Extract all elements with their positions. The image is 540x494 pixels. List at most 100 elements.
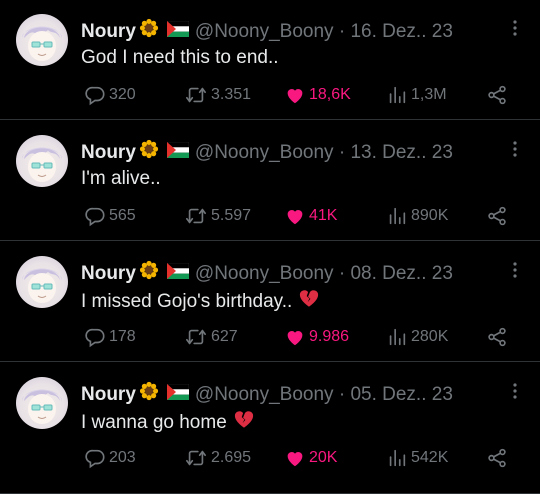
handle[interactable]: @Noony_Boony	[195, 262, 334, 286]
retweet-button[interactable]: 2.695	[184, 447, 251, 469]
more-options-icon[interactable]	[512, 381, 518, 401]
reply-button[interactable]: 320	[84, 84, 136, 106]
retweet-count: 2.695	[211, 449, 252, 466]
handle[interactable]: @Noony_Boony	[195, 141, 334, 165]
more-options-icon[interactable]	[512, 139, 518, 159]
tweet-text-content: I'm alive..	[81, 168, 161, 189]
share-button[interactable]	[486, 447, 511, 469]
tweet-header: Noury @Noony_Boony · 16. Dez.. 23	[81, 18, 453, 45]
retweet-icon	[186, 329, 206, 345]
views-icon	[389, 207, 406, 225]
tweet-header: Noury @Noony_Boony · 13. Dez.. 23	[81, 139, 453, 166]
action-bar: 203 2.695 20K 542K	[0, 447, 540, 471]
like-button[interactable]: 41K	[284, 205, 337, 227]
avatar[interactable]	[16, 14, 68, 66]
timestamp[interactable]: 16. Dez.. 23	[350, 20, 452, 44]
separator-dot: ·	[333, 262, 351, 284]
tweet-header: Noury @Noony_Boony · 05. Dez.. 23	[81, 381, 453, 408]
separator-dot: ·	[333, 383, 351, 405]
palestine-flag-icon	[166, 20, 190, 44]
share-icon	[488, 448, 506, 468]
action-bar: 565 5.597 41K 890K	[0, 205, 540, 229]
retweet-button[interactable]: 5.597	[184, 205, 251, 227]
display-name[interactable]: Noury	[81, 383, 136, 407]
tweet-text: I'm alive..	[81, 167, 161, 191]
heart-icon	[287, 210, 303, 225]
reply-icon	[85, 207, 105, 227]
avatar[interactable]	[16, 256, 68, 308]
tweet-text-content: I missed Gojo's birthday..	[81, 290, 293, 312]
handle[interactable]: @Noony_Boony	[195, 20, 334, 44]
display-name[interactable]: Noury	[81, 141, 136, 165]
reply-count: 320	[109, 86, 136, 103]
reply-button[interactable]: 565	[84, 205, 136, 227]
tweet[interactable]: Noury @Noony_Boony · 08. Dez.. 23 I miss…	[0, 242, 540, 362]
tweet[interactable]: Noury @Noony_Boony · 13. Dez.. 23 I'm al…	[0, 121, 540, 241]
reply-icon	[85, 449, 105, 469]
views-icon	[389, 449, 406, 467]
heart-icon	[287, 89, 303, 104]
palestine-flag-icon	[166, 141, 190, 165]
tweet[interactable]: Noury @Noony_Boony · 05. Dez.. 23 I wann…	[0, 363, 540, 494]
share-icon	[488, 85, 506, 105]
separator-dot: ·	[333, 20, 351, 42]
timeline-feed: Noury @Noony_Boony · 16. Dez.. 23 God I …	[0, 0, 540, 494]
like-button[interactable]: 9.986	[284, 326, 349, 348]
views-icon	[389, 328, 406, 346]
sunflower-icon	[139, 18, 159, 45]
retweet-icon	[186, 208, 206, 224]
palestine-flag-icon	[166, 262, 190, 286]
like-button[interactable]: 18,6K	[284, 84, 351, 106]
share-button[interactable]	[486, 326, 511, 348]
action-bar: 178 627 9.986 280K	[0, 326, 540, 350]
views-count: 542K	[411, 449, 449, 466]
display-name[interactable]: Noury	[81, 262, 136, 286]
more-options-icon[interactable]	[512, 18, 518, 38]
reply-button[interactable]: 178	[84, 326, 136, 348]
sunflower-icon	[139, 139, 159, 166]
handle[interactable]: @Noony_Boony	[195, 383, 334, 407]
like-count: 20K	[309, 449, 338, 466]
tweet-text-content: I wanna go home	[81, 411, 227, 433]
retweet-icon	[186, 87, 206, 103]
reply-icon	[85, 328, 105, 348]
views-count: 280K	[411, 328, 449, 345]
palestine-flag-icon	[166, 383, 190, 407]
reply-button[interactable]: 203	[84, 447, 136, 469]
timestamp[interactable]: 05. Dez.. 23	[350, 383, 452, 407]
retweet-count: 627	[211, 328, 238, 345]
sunflower-icon	[139, 260, 159, 287]
tweet[interactable]: Noury @Noony_Boony · 16. Dez.. 23 God I …	[0, 0, 540, 120]
share-button[interactable]	[486, 205, 511, 227]
broken-heart-icon	[298, 288, 320, 315]
tweet-header: Noury @Noony_Boony · 08. Dez.. 23	[81, 260, 453, 287]
retweet-button[interactable]: 627	[184, 326, 238, 348]
tweet-text: I wanna go home	[81, 409, 255, 436]
more-options-icon[interactable]	[512, 260, 518, 280]
like-button[interactable]: 20K	[284, 447, 337, 469]
retweet-count: 5.597	[211, 207, 252, 224]
avatar[interactable]	[16, 377, 68, 429]
views-count: 890K	[411, 207, 449, 224]
separator-dot: ·	[333, 141, 351, 163]
retweet-icon	[186, 450, 206, 466]
action-bar: 320 3.351 18,6K 1,3M	[0, 84, 540, 108]
timestamp[interactable]: 13. Dez.. 23	[350, 141, 452, 165]
sunflower-icon	[139, 381, 159, 408]
reply-count: 203	[109, 449, 136, 466]
views-button[interactable]: 1,3M	[386, 84, 447, 106]
views-button[interactable]: 890K	[386, 205, 448, 227]
retweet-button[interactable]: 3.351	[184, 84, 251, 106]
reply-count: 178	[109, 328, 136, 345]
reply-count: 565	[109, 207, 136, 224]
share-button[interactable]	[486, 84, 511, 106]
timestamp[interactable]: 08. Dez.. 23	[350, 262, 452, 286]
views-button[interactable]: 542K	[386, 447, 448, 469]
display-name[interactable]: Noury	[81, 20, 136, 44]
views-button[interactable]: 280K	[386, 326, 448, 348]
views-count: 1,3M	[411, 86, 447, 103]
reply-icon	[85, 86, 105, 106]
avatar[interactable]	[16, 135, 68, 187]
share-icon	[488, 206, 506, 226]
tweet-text-content: God I need this to end..	[81, 47, 279, 68]
